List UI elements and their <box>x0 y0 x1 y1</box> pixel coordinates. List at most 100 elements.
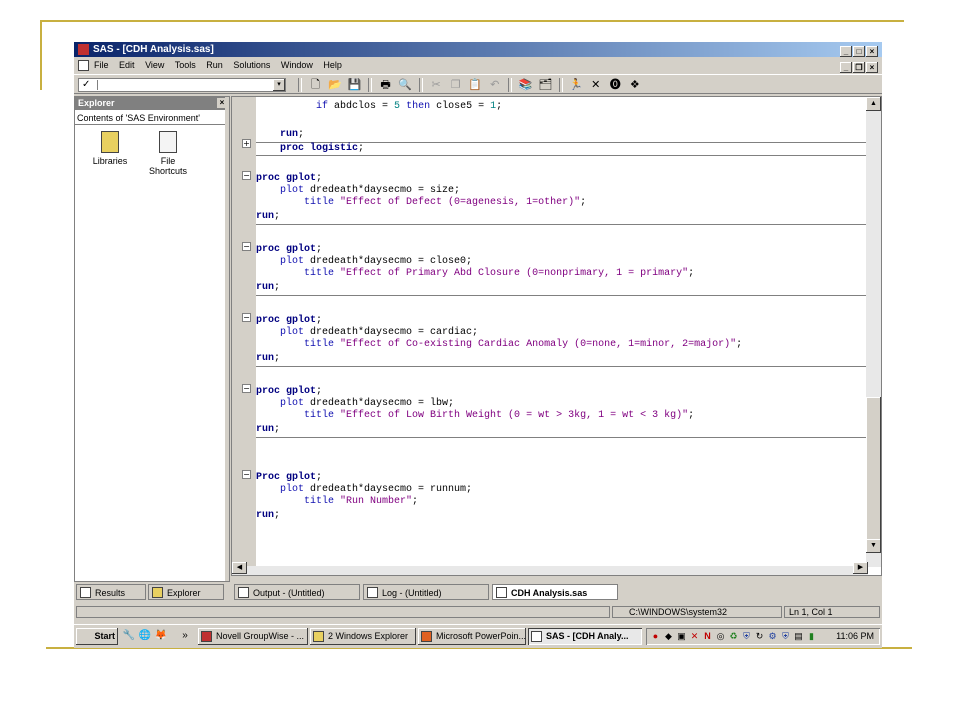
tray-app-icon[interactable]: ♻ <box>728 631 739 642</box>
tray-shield-icon[interactable]: ⛨ <box>741 631 752 642</box>
start-button[interactable]: Start <box>76 628 118 645</box>
quick-launch-firefox-icon[interactable]: 🦊 <box>154 629 168 643</box>
tab-log-label: Log - (Untitled) <box>382 588 442 598</box>
code-line: title "Effect of Primary Abd Closure (0=… <box>304 268 695 279</box>
tray-app-icon[interactable]: ◆ <box>663 631 674 642</box>
command-dropdown-button[interactable]: ▾ <box>273 79 285 91</box>
tray-shield-icon[interactable]: ⛨ <box>780 631 791 642</box>
tray-app-icon[interactable]: ↻ <box>754 631 765 642</box>
run-icon[interactable]: 🏃 <box>568 77 584 93</box>
code-line: run; <box>280 129 305 140</box>
menu-run[interactable]: Run <box>206 60 223 70</box>
tab-results[interactable]: Results <box>76 584 146 600</box>
taskbar-explorer-button[interactable]: 2 Windows Explorer <box>310 628 416 645</box>
tray-signal-icon[interactable]: ▮ <box>806 631 817 642</box>
quick-launch-more-icon[interactable]: » <box>178 629 192 643</box>
tab-program[interactable]: CDH Analysis.sas <box>492 584 618 600</box>
menu-help[interactable]: Help <box>323 60 342 70</box>
start-label: Start <box>94 631 115 641</box>
clock[interactable]: 11:06 PM <box>836 628 874 645</box>
status-path[interactable]: C:\WINDOWS\system32 <box>612 606 782 618</box>
libraries-item[interactable]: Libraries <box>83 131 137 166</box>
taskbar-powerpoint-button[interactable]: Microsoft PowerPoin... <box>418 628 526 645</box>
clear-icon[interactable]: ✕ <box>588 77 604 93</box>
document-icon[interactable] <box>78 60 89 71</box>
undo-icon[interactable]: ↶ <box>487 77 503 93</box>
program-editor[interactable]: + − − − − − if abdclos = 5 then close5 =… <box>231 96 882 576</box>
fold-collapse-toggle[interactable]: − <box>242 313 251 322</box>
horizontal-scrollbar[interactable]: ◀ ▶ <box>232 562 868 575</box>
tab-output[interactable]: Output - (Untitled) <box>234 584 360 600</box>
code-line: Proc gplot; <box>256 472 323 483</box>
doc-restore-button[interactable]: ❐ <box>853 62 865 73</box>
file-shortcuts-icon <box>159 131 177 153</box>
paste-icon[interactable]: 📋 <box>467 77 483 93</box>
code-line: plot dredeath*daysecmo = size; <box>280 185 461 196</box>
explorer-icon[interactable]: 🗂 <box>537 77 553 93</box>
print-preview-icon[interactable]: 🔍 <box>397 77 413 93</box>
tray-app-icon[interactable]: ◎ <box>715 631 726 642</box>
fold-collapse-toggle[interactable]: − <box>242 242 251 251</box>
sas-icon <box>531 631 542 642</box>
taskbar-groupwise-button[interactable]: Novell GroupWise - ... <box>198 628 308 645</box>
check-icon[interactable]: ✓ <box>82 79 90 91</box>
close-button[interactable]: × <box>866 46 878 57</box>
tab-log[interactable]: Log - (Untitled) <box>363 584 489 600</box>
doc-minimize-button[interactable]: _ <box>840 62 852 73</box>
scroll-down-button[interactable]: ▼ <box>866 539 881 553</box>
code-line: proc gplot; <box>256 173 323 184</box>
status-position: Ln 1, Col 1 <box>784 606 880 618</box>
menu-solutions[interactable]: Solutions <box>233 60 270 70</box>
print-icon[interactable]: 🖶 <box>378 77 394 93</box>
tab-program-label: CDH Analysis.sas <box>511 588 588 598</box>
fold-collapse-toggle[interactable]: − <box>242 470 251 479</box>
save-icon[interactable]: 💾 <box>347 77 363 93</box>
copy-icon[interactable]: ❐ <box>448 77 464 93</box>
quick-launch-browser-icon[interactable]: 🌐 <box>138 629 152 643</box>
doc-close-button[interactable]: × <box>866 62 878 73</box>
scroll-thumb[interactable] <box>866 397 881 547</box>
code-line: title "Effect of Defect (0=agenesis, 1=o… <box>304 197 587 208</box>
tray-app-icon[interactable]: ● <box>650 631 661 642</box>
fold-expand-toggle[interactable]: + <box>242 139 251 148</box>
code-line: run; <box>256 510 281 521</box>
scroll-up-button[interactable]: ▲ <box>866 97 881 111</box>
tray-app-icon[interactable]: ✕ <box>689 631 700 642</box>
maximize-button[interactable]: □ <box>853 46 865 57</box>
tray-app-icon[interactable]: ▤ <box>793 631 804 642</box>
menu-edit[interactable]: Edit <box>119 60 135 70</box>
open-icon[interactable]: 📂 <box>327 77 343 93</box>
tray-app-icon[interactable]: ▣ <box>676 631 687 642</box>
quick-launch-icon[interactable]: 🔧 <box>122 629 136 643</box>
cut-icon[interactable]: ✂ <box>428 77 444 93</box>
menu-tools[interactable]: Tools <box>175 60 196 70</box>
scroll-right-button[interactable]: ▶ <box>853 562 868 574</box>
explorer-panel: Explorer × Contents of 'SAS Environment'… <box>74 96 230 582</box>
library-icon[interactable]: 📚 <box>518 77 534 93</box>
toolbar: ✓ ▾ 🗋 📂 💾 🖶 🔍 ✂ ❐ 📋 ↶ 📚 🗂 🏃 ✕ ⓿ ❖ <box>74 74 882 94</box>
title-bar[interactable]: SAS - [CDH Analysis.sas] _ □ × <box>74 42 882 57</box>
file-shortcuts-item[interactable]: File Shortcuts <box>141 131 195 176</box>
menu-file[interactable]: File <box>94 60 109 70</box>
code-area[interactable]: if abdclos = 5 then close5 = 1; run; pro… <box>256 97 881 567</box>
fold-collapse-toggle[interactable]: − <box>242 171 251 180</box>
menu-window[interactable]: Window <box>281 60 313 70</box>
system-tray: ● ◆ ▣ ✕ N ◎ ♻ ⛨ ↻ ⚙ ⛨ ▤ ▮ 11:06 PM <box>646 628 880 645</box>
break-icon[interactable]: ⓿ <box>607 77 623 93</box>
new-icon[interactable]: 🗋 <box>308 77 324 93</box>
sas-app-icon[interactable] <box>78 44 89 55</box>
vertical-scrollbar[interactable]: ▲ ▼ <box>866 97 881 567</box>
fold-collapse-toggle[interactable]: − <box>242 384 251 393</box>
taskbar-sas-button[interactable]: SAS - [CDH Analy... <box>528 628 642 645</box>
tray-app-icon[interactable]: ⚙ <box>767 631 778 642</box>
output-icon <box>238 587 249 598</box>
code-line: plot dredeath*daysecmo = runnum; <box>280 484 473 495</box>
menu-view[interactable]: View <box>145 60 164 70</box>
code-line: proc logistic; <box>280 143 365 154</box>
tray-novell-icon[interactable]: N <box>702 631 713 642</box>
help-icon[interactable]: ❖ <box>627 77 643 93</box>
minimize-button[interactable]: _ <box>840 46 852 57</box>
command-box[interactable]: ✓ ▾ <box>78 78 286 92</box>
tab-explorer[interactable]: Explorer <box>148 584 224 600</box>
scroll-left-button[interactable]: ◀ <box>232 562 247 574</box>
